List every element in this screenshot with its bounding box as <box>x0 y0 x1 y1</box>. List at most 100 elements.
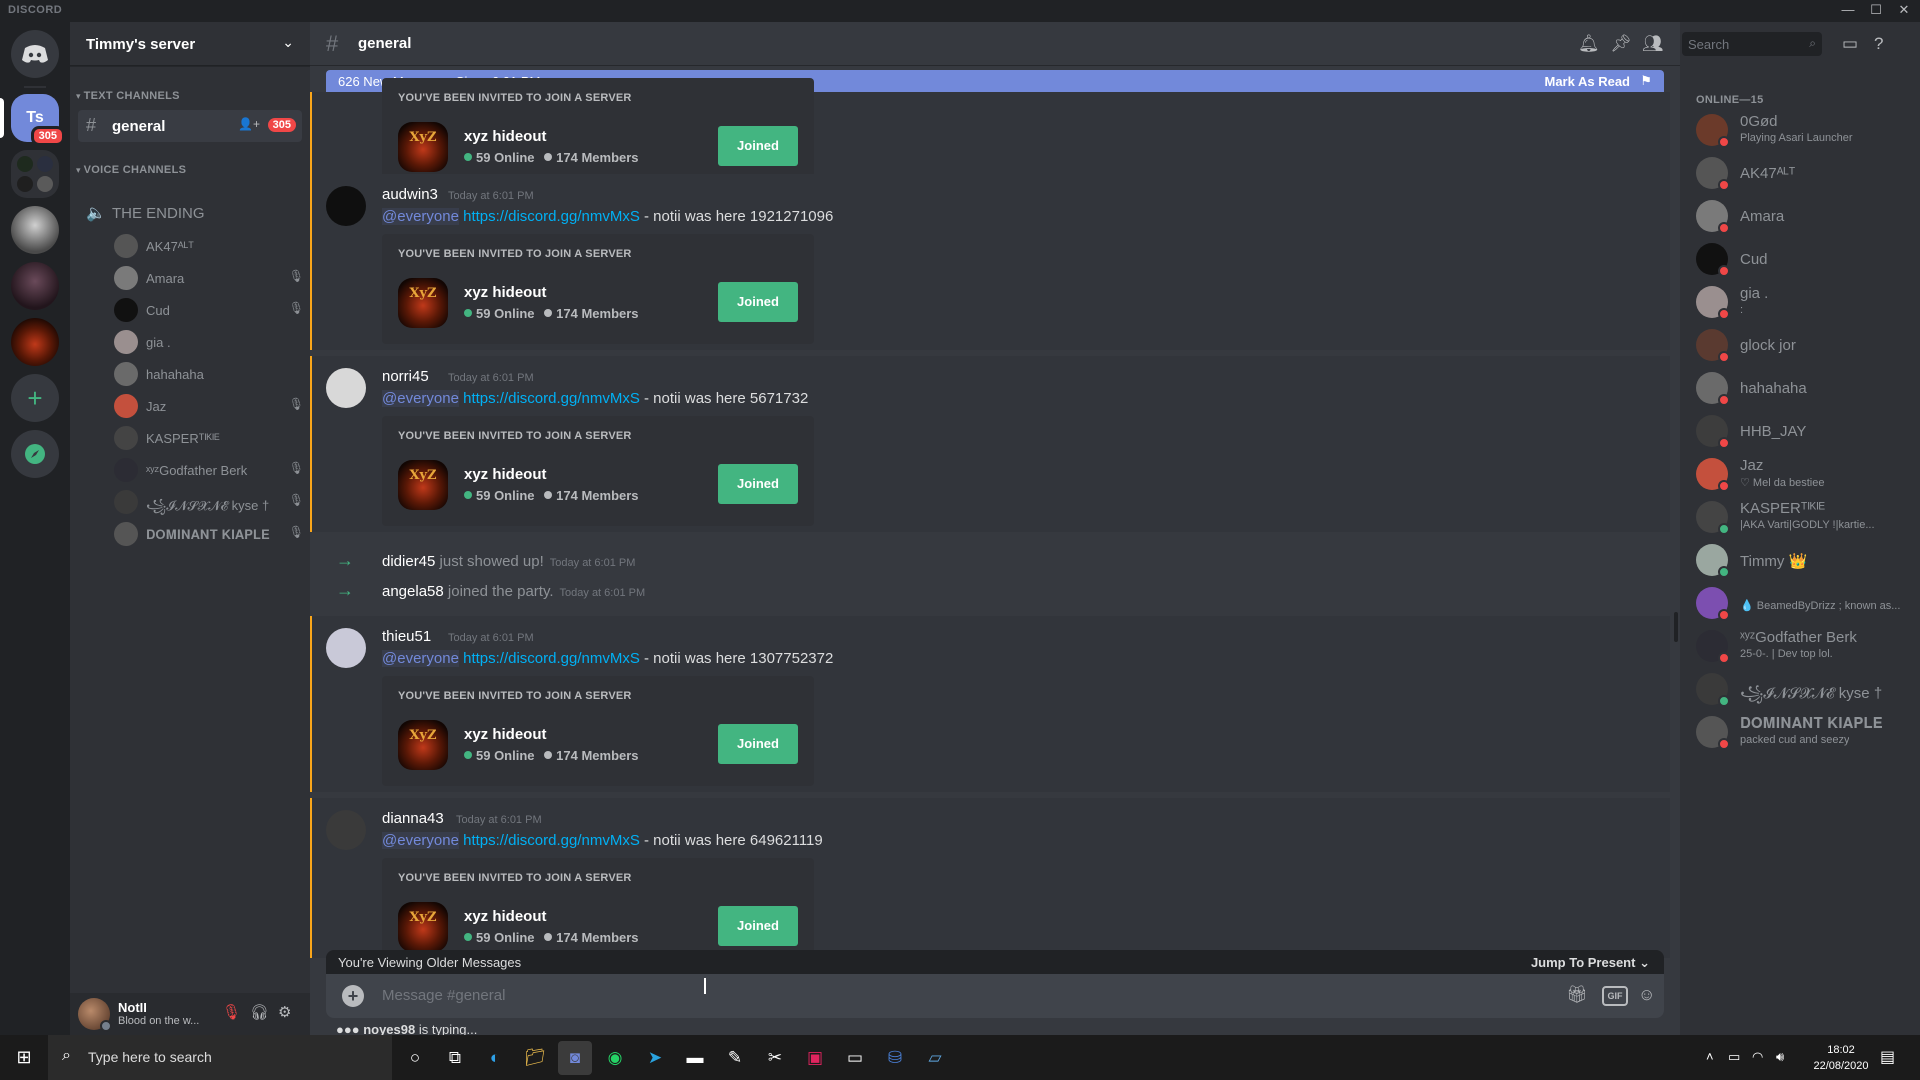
mute-icon[interactable]: 🎙︎ <box>222 1003 241 1021</box>
pin-icon[interactable]: 📌︎ <box>1610 34 1632 54</box>
wifi-icon[interactable]: ◠ <box>1752 1049 1763 1065</box>
joined-button[interactable]: Joined <box>718 126 798 166</box>
member-item[interactable]: KASPERᵀᴵᴷᴵᴱ |AKA Varti|GODLY !|kartie... <box>1688 497 1912 539</box>
task-view-icon[interactable]: ⧉ <box>438 1041 472 1075</box>
mark-as-read-button[interactable]: Mark As Read <box>1545 74 1631 89</box>
everyone-mention[interactable]: @everyone <box>382 390 459 407</box>
telegram-icon[interactable]: ➤ <box>638 1041 672 1075</box>
member-item[interactable]: glock jor <box>1688 325 1912 367</box>
bell-icon[interactable]: 🔔︎ <box>1578 34 1600 54</box>
voice-channels-category[interactable]: ▾ VOICE CHANNELS <box>76 164 186 176</box>
member-item[interactable]: Timmy 👑 <box>1688 540 1912 582</box>
message-author[interactable]: thieu51 <box>382 628 431 645</box>
whatsapp-icon[interactable]: ◉ <box>598 1041 632 1075</box>
volume-icon[interactable]: 🔊︎ <box>1776 1049 1784 1065</box>
server-timmys[interactable]: Ts 305 <box>11 94 65 146</box>
minimize-icon[interactable]: — <box>1834 0 1862 22</box>
edge-icon[interactable]: ◐ <box>478 1041 512 1075</box>
message-author[interactable]: dianna43 <box>382 810 444 827</box>
voice-user[interactable]: Amara 🎙︎ <box>114 266 314 290</box>
voice-user[interactable]: ˣʸᶻGodfather Berk 🎙︎ <box>114 458 314 482</box>
member-item[interactable]: Cud <box>1688 239 1912 281</box>
voice-user[interactable]: Jaz 🎙︎ <box>114 394 314 418</box>
member-item[interactable]: Amara <box>1688 196 1912 238</box>
member-item[interactable]: hahahaha <box>1688 368 1912 410</box>
intellij-icon[interactable]: ▣ <box>798 1041 832 1075</box>
taskbar-search[interactable]: ⌕ Type here to search <box>48 1035 392 1080</box>
add-server-button[interactable]: + <box>11 374 59 422</box>
close-icon[interactable]: ✕ <box>1890 0 1918 22</box>
invite-link[interactable]: https://discord.gg/nmvMxS <box>463 650 640 667</box>
member-item[interactable]: 𝐃𝐎𝐌𝐈𝐍𝐀𝐍𝐓 𝐊𝐈𝐀𝐏𝐋𝐄 packed cud and seezy <box>1688 712 1912 754</box>
channel-general[interactable]: # general 👤+ 305 <box>78 110 302 142</box>
maximize-icon[interactable]: ☐ <box>1862 0 1890 22</box>
discord-icon[interactable]: ◙ <box>558 1041 592 1075</box>
member-item[interactable]: 0Gød Playing Asari Launcher <box>1688 110 1912 152</box>
voice-user[interactable]: KASPERᵀᴵᴷᴵᴱ <box>114 426 314 450</box>
explorer-icon[interactable]: ▱ <box>918 1041 952 1075</box>
message-author[interactable]: audwin3 <box>382 186 438 203</box>
member-item[interactable]: HHB_JAY <box>1688 411 1912 453</box>
create-invite-icon[interactable]: 👤+ <box>238 117 260 131</box>
joined-button[interactable]: Joined <box>718 282 798 322</box>
member-item[interactable]: ꧁𝓘𝓝𝓢𝓧𝓝𝓔 kyse † <box>1688 669 1912 711</box>
search-input[interactable]: Search ⌕ <box>1682 32 1822 56</box>
member-item[interactable]: Jaz ♡ Mel da bestiee <box>1688 454 1912 496</box>
member-item[interactable]: AK47ᴬᴸᵀ <box>1688 153 1912 195</box>
cortana-icon[interactable]: ○ <box>398 1041 432 1075</box>
members-icon[interactable]: 👥︎ <box>1642 34 1664 54</box>
joined-button[interactable]: Joined <box>718 464 798 504</box>
remote-icon[interactable]: ⛁ <box>878 1041 912 1075</box>
file-explorer-icon[interactable]: 📁︎ <box>518 1041 552 1075</box>
voice-user[interactable]: hahahaha <box>114 362 314 386</box>
message-input[interactable]: Message #general <box>382 987 505 1004</box>
system-user[interactable]: angela58 <box>382 583 444 600</box>
voice-user[interactable]: ꧁𝓘𝓝𝓢𝓧𝓝𝓔 kyse † 🎙︎ <box>114 490 314 514</box>
home-button[interactable] <box>11 30 59 78</box>
avatar[interactable] <box>326 628 366 668</box>
voice-user[interactable]: 𝐃𝐎𝐌𝐈𝐍𝐀𝐍𝐓 𝐊𝐈𝐀𝐏𝐋𝐄 🎙︎ <box>114 522 314 546</box>
gear-icon[interactable]: ⚙ <box>278 1003 291 1021</box>
everyone-mention[interactable]: @everyone <box>382 650 459 667</box>
voice-user[interactable]: AK47ᴬᴸᵀ <box>114 234 314 258</box>
avatar[interactable] <box>326 368 366 408</box>
guild-header[interactable]: Timmy's server ⌄ <box>70 22 310 66</box>
notification-icon[interactable]: ▤ <box>1880 1047 1895 1067</box>
voice-user[interactable]: Cud 🎙︎ <box>114 298 314 322</box>
avatar[interactable] <box>326 186 366 226</box>
message-author[interactable]: norri45 <box>382 368 429 385</box>
window-icon[interactable]: ▭ <box>838 1041 872 1075</box>
taskbar-clock[interactable]: 18:02 22/08/2020 <box>1812 1042 1870 1074</box>
notepad-icon[interactable]: ✎ <box>718 1041 752 1075</box>
member-item[interactable]: 💧 BeamedByDrizz ; known as... <box>1688 583 1912 625</box>
inbox-icon[interactable]: ▭ <box>1842 34 1858 54</box>
invite-link[interactable]: https://discord.gg/nmvMxS <box>463 390 640 407</box>
chevron-up-icon[interactable]: ˄ <box>1706 1049 1714 1064</box>
member-item[interactable]: ˣʸᶻGodfather Berk 25-0-. | Dev top lol. <box>1688 626 1912 668</box>
invite-link[interactable]: https://discord.gg/nmvMxS <box>463 832 640 849</box>
scrollbar[interactable] <box>1674 612 1678 642</box>
system-user[interactable]: didier45 <box>382 553 435 570</box>
snipping-icon[interactable]: ✂ <box>758 1041 792 1075</box>
attach-plus-icon[interactable]: + <box>342 985 364 1007</box>
text-channels-category[interactable]: ▾ TEXT CHANNELS <box>76 90 180 102</box>
everyone-mention[interactable]: @everyone <box>382 208 459 225</box>
battery-icon[interactable]: ▭ <box>1728 1049 1740 1065</box>
message-composer[interactable]: + Message #general 🎁︎ GIF ☺ <box>326 974 1664 1018</box>
member-item[interactable]: gia .: <box>1688 282 1912 324</box>
joined-button[interactable]: Joined <box>718 906 798 946</box>
help-icon[interactable]: ? <box>1874 34 1883 54</box>
voice-channel[interactable]: 🔈 THE ENDING <box>78 198 302 228</box>
emoji-icon[interactable]: ☺ <box>1638 985 1655 1005</box>
windows-start-icon[interactable]: ⊞ <box>0 1035 48 1080</box>
server-3[interactable] <box>11 206 59 254</box>
terminal-icon[interactable]: ▬ <box>678 1041 712 1075</box>
server-folder[interactable] <box>11 150 59 198</box>
joined-button[interactable]: Joined <box>718 724 798 764</box>
everyone-mention[interactable]: @everyone <box>382 832 459 849</box>
server-xyz-hideout[interactable] <box>11 318 59 366</box>
invite-link[interactable]: https://discord.gg/nmvMxS <box>463 208 640 225</box>
headphones-icon[interactable]: 🎧︎ <box>250 1003 269 1021</box>
voice-user[interactable]: gia . <box>114 330 314 354</box>
gif-button[interactable]: GIF <box>1602 986 1628 1006</box>
